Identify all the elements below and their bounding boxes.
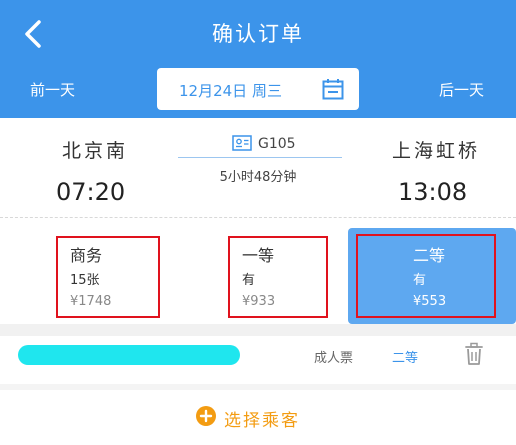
seat-option-business[interactable]: 商务 15张 ¥1748	[0, 228, 172, 324]
seat-class-name: 二等	[413, 246, 446, 265]
trash-icon[interactable]	[464, 342, 484, 366]
seat-availability: 有	[413, 273, 427, 288]
seat-availability: 有	[242, 273, 256, 288]
calendar-icon	[322, 79, 344, 100]
divider	[0, 217, 516, 218]
ticket-type[interactable]: 成人票	[314, 347, 353, 366]
prev-day-button[interactable]: 前一天	[30, 79, 75, 100]
travel-duration: 5小时48分钟	[219, 170, 297, 185]
section-separator	[0, 324, 516, 336]
page-title: 确认订单	[212, 22, 304, 46]
plus-circle-icon	[196, 406, 216, 426]
seat-option-first-class[interactable]: 一等 有 ¥933	[172, 228, 344, 324]
seat-price: ¥933	[242, 294, 276, 309]
arrival-station: 上海虹桥	[392, 140, 481, 162]
id-card-icon	[232, 135, 252, 151]
passenger-seat-class[interactable]: 二等	[392, 347, 418, 366]
seat-option-second-class[interactable]: 二等 有 ¥553	[348, 228, 516, 324]
header-bar: 确认订单 前一天 12月24日 周三 后一天	[0, 0, 516, 118]
train-number[interactable]: G105	[258, 136, 296, 152]
seat-options: 商务 15张 ¥1748 一等 有 ¥933 二等 有 ¥553	[0, 228, 516, 324]
date-label: 12月24日 周三	[179, 82, 282, 100]
seat-price: ¥1748	[70, 294, 112, 309]
passenger-name-redacted	[18, 345, 240, 365]
seat-class-name: 一等	[242, 246, 275, 265]
next-day-button[interactable]: 后一天	[439, 79, 484, 100]
route-line	[178, 157, 342, 158]
date-selector[interactable]: 12月24日 周三	[157, 68, 359, 110]
departure-station: 北京南	[62, 140, 129, 162]
seat-price: ¥553	[413, 294, 447, 309]
add-passenger-label: 选择乘客	[224, 411, 300, 431]
seat-class-name: 商务	[70, 246, 103, 265]
section-separator	[0, 384, 516, 390]
seat-availability: 15张	[70, 273, 100, 288]
